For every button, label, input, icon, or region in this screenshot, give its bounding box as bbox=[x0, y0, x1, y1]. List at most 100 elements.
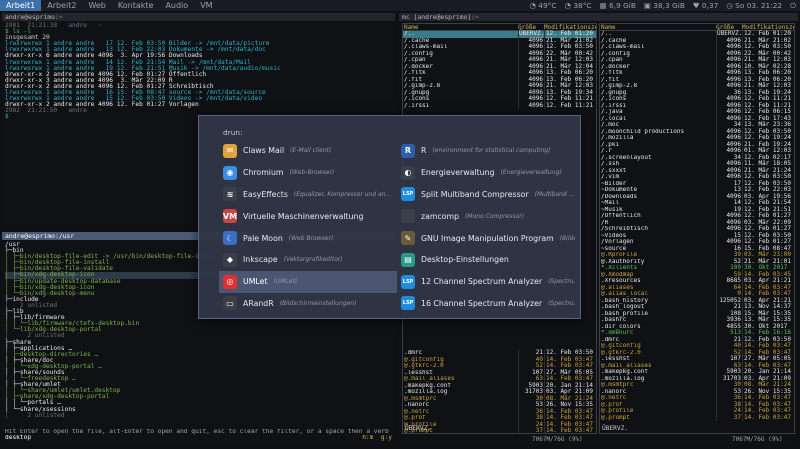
chromium-icon: ◉ bbox=[223, 165, 237, 180]
launcher-entry[interactable]: ◐ Energieverwaltung (Energieverwaltung) bbox=[397, 162, 575, 184]
launcher-entry[interactable]: LSP Split Multiband Compressor (Multiband … bbox=[397, 184, 575, 206]
power-icon: ◐ bbox=[401, 165, 415, 180]
file-name: @.prompt bbox=[601, 414, 630, 421]
entry-description: (Web Browser) bbox=[288, 234, 334, 242]
entry-name: ARandR bbox=[243, 298, 274, 308]
entry-name: Inkscape bbox=[243, 255, 278, 265]
entry-name: Claws Mail bbox=[243, 146, 285, 156]
entry-description: (E-Mail client) bbox=[290, 147, 332, 155]
mc-right-status: ÜBERVZ. bbox=[602, 425, 629, 432]
load-average: ♥ 0,37 bbox=[692, 1, 719, 10]
status-area: ◔ 49°C ◔ 38°C ▦ 6,9 GiB ▣ 38,3 GiB ♥ 0,3… bbox=[529, 0, 796, 11]
entry-name: UMLet bbox=[243, 277, 268, 287]
launcher-entry[interactable]: ▤ Desktop-Einstellungen bbox=[397, 249, 575, 271]
workspace-tab[interactable]: VM bbox=[194, 0, 218, 11]
mc-file-row[interactable]: @.prompt 37 14. Feb 03:47 bbox=[403, 427, 596, 433]
cpu-temp: ◔ 49°C bbox=[529, 1, 557, 10]
launcher-entry[interactable]: LSP 16 Channel Spectrum Analyzer (Spectru… bbox=[397, 293, 575, 315]
entry-name: zamcomp bbox=[421, 211, 460, 221]
entry-name: 12 Channel Spectrum Analyzer bbox=[421, 277, 543, 287]
broot-status: h:m g:y bbox=[362, 435, 392, 442]
launcher-entry[interactable]: ◉ Chromium (Web-Browser) bbox=[219, 162, 397, 184]
gpu-temp: ◔ 38°C bbox=[564, 1, 592, 10]
mail-icon: ✉ bbox=[223, 143, 237, 158]
entry-description: (Web-Browser) bbox=[289, 169, 335, 177]
launcher-entry[interactable]: VM Virtuelle Maschinenverwaltung bbox=[219, 205, 397, 227]
launcher-entry[interactable]: R R (environment for statistical computing… bbox=[397, 140, 575, 162]
workspace-tab[interactable]: Web bbox=[82, 0, 111, 11]
gimp-icon: ✎ bbox=[401, 231, 415, 246]
mc-file-row[interactable]: /.irssi 4096 12. Feb 11:21 bbox=[403, 102, 596, 109]
mc-file-row[interactable]: @.prompt 37 14. Feb 03:47 bbox=[600, 414, 794, 421]
mc-right-panel[interactable]: Name Größe Modifikationszeit /..ÜBERVZ.1… bbox=[599, 23, 795, 434]
launcher-entry[interactable]: ☾ Pale Moon (Web Browser) bbox=[219, 227, 397, 249]
mc-right-list[interactable]: /.. ÜBERVZ. 12. Feb 01:20/.cache 4096 21. Mä… bbox=[600, 30, 794, 421]
workspace-tab[interactable]: Arbeit2 bbox=[41, 0, 82, 11]
lsp-icon: LSP bbox=[401, 187, 415, 202]
entry-name: Energieverwaltung bbox=[421, 168, 495, 178]
entry-name: R bbox=[421, 146, 427, 156]
mc-left-list-bottom[interactable]: .dmrc 21 12. Feb 03:50 @.gitconfig 40 14. Feb… bbox=[403, 349, 596, 433]
entry-name: Desktop-Einstellungen bbox=[421, 255, 509, 265]
virt-manager-icon: VM bbox=[223, 209, 237, 224]
workspace-list: Arbeit1 Arbeit2 Web Kontakte Audio VM bbox=[0, 0, 219, 11]
launcher-entry[interactable]: ◎ UMLet (UMLet) bbox=[219, 270, 397, 293]
app-launcher[interactable]: drun: ✉ Claws Mail (E-Mail client) R R (envir… bbox=[198, 115, 581, 319]
tree-line[interactable]: │ 2 unlisted bbox=[5, 412, 392, 419]
equalizer-icon: ≋ bbox=[223, 187, 237, 202]
launcher-entry[interactable]: zamcomp (Mono Compressor) bbox=[397, 205, 575, 227]
entry-name: Pale Moon bbox=[243, 233, 283, 243]
power-icon[interactable]: ⏻ bbox=[790, 0, 796, 11]
entry-name: Split Multiband Compressor bbox=[421, 189, 529, 199]
entry-description: (Equalizer, Kompressor und an… bbox=[293, 190, 392, 198]
launcher-entry[interactable]: ✎ GNU Image Manipulation Program (Bilde… bbox=[397, 227, 575, 249]
disk-usage: ▣ 38,3 GiB bbox=[643, 1, 685, 10]
file-mtime: 14. Feb 03:47 bbox=[544, 427, 596, 433]
clock: ◷ So 03. 21:22 bbox=[726, 1, 783, 10]
entry-description: (Spectru… bbox=[548, 299, 575, 307]
launcher-entry[interactable]: ◆ Inkscape (Vektorgrafikeditor) bbox=[219, 249, 397, 271]
terminal-title: andre@esprimo:~ bbox=[2, 13, 395, 21]
memory-usage: ▦ 6,9 GiB bbox=[599, 1, 636, 10]
entry-description: (Vektorgrafikeditor) bbox=[283, 256, 343, 264]
top-bar: Arbeit1 Arbeit2 Web Kontakte Audio VM ◔ 49°C … bbox=[0, 0, 800, 11]
entry-name: EasyEffects bbox=[243, 189, 288, 199]
hint-text: Hit Enter to open the file, alt-Enter to… bbox=[5, 429, 389, 435]
workspace-tab[interactable]: Audio bbox=[159, 0, 194, 11]
file-mtime: 12. Feb 11:21 bbox=[544, 102, 596, 109]
filter-input[interactable]: desktop bbox=[5, 435, 31, 441]
desktop-settings-icon: ▤ bbox=[401, 252, 415, 267]
entry-name: GNU Image Manipulation Program bbox=[421, 233, 554, 243]
launcher-entry[interactable]: LSP 12 Channel Spectrum Analyzer (Spectru… bbox=[397, 271, 575, 293]
mc-title: mc [andre@esprimo]:~ bbox=[399, 13, 798, 21]
file-name: /.irssi bbox=[404, 102, 430, 109]
entry-description: (Multiband … bbox=[534, 190, 575, 198]
launcher-entry[interactable]: ▭ ARandR (Bildschirmeinstellungen) bbox=[219, 293, 397, 315]
entry-description: (Spectru… bbox=[548, 278, 575, 286]
entry-description: (environment for statistical computing) bbox=[432, 147, 551, 155]
launcher-entry[interactable]: ≋ EasyEffects (Equalizer, Kompressor und a… bbox=[219, 184, 397, 206]
r-language-icon: R bbox=[401, 143, 415, 158]
entry-name: 16 Channel Spectrum Analyzer bbox=[421, 298, 543, 308]
launcher-prompt: drun: bbox=[223, 128, 243, 137]
file-mtime: 14. Feb 03:47 bbox=[742, 414, 794, 421]
file-size: 4096 bbox=[518, 102, 544, 109]
workspace-tab[interactable]: Arbeit1 bbox=[0, 0, 42, 11]
workspace-tab[interactable]: Kontakte bbox=[112, 0, 160, 11]
entry-description: (Energieverwaltung) bbox=[500, 169, 562, 177]
entry-description: (Bildschirmeinstellungen) bbox=[279, 299, 357, 307]
mc-left-status: ÜBERVZ. bbox=[405, 425, 432, 432]
display-icon: ▭ bbox=[223, 296, 237, 311]
launcher-entries: ✉ Claws Mail (E-Mail client) R R (environment… bbox=[219, 140, 575, 314]
launcher-entry[interactable]: ✉ Claws Mail (E-Mail client) bbox=[219, 140, 397, 162]
mc-left-list[interactable]: /.. ÜBERVZ. 12. Feb 01:20/.cache 4096 21. Mä… bbox=[403, 30, 596, 109]
entry-description: (UMLet) bbox=[273, 278, 298, 286]
file-size: 37 bbox=[716, 414, 742, 421]
entry-name: Chromium bbox=[243, 168, 284, 178]
inkscape-icon: ◆ bbox=[223, 252, 237, 267]
entry-description: (Mono Compressor) bbox=[465, 212, 525, 220]
umlet-icon: ◎ bbox=[223, 274, 237, 289]
lsp-icon: LSP bbox=[401, 274, 415, 289]
broot-command-area: Hit Enter to open the file, alt-Enter to… bbox=[5, 429, 392, 443]
file-size: 37 bbox=[518, 427, 544, 433]
